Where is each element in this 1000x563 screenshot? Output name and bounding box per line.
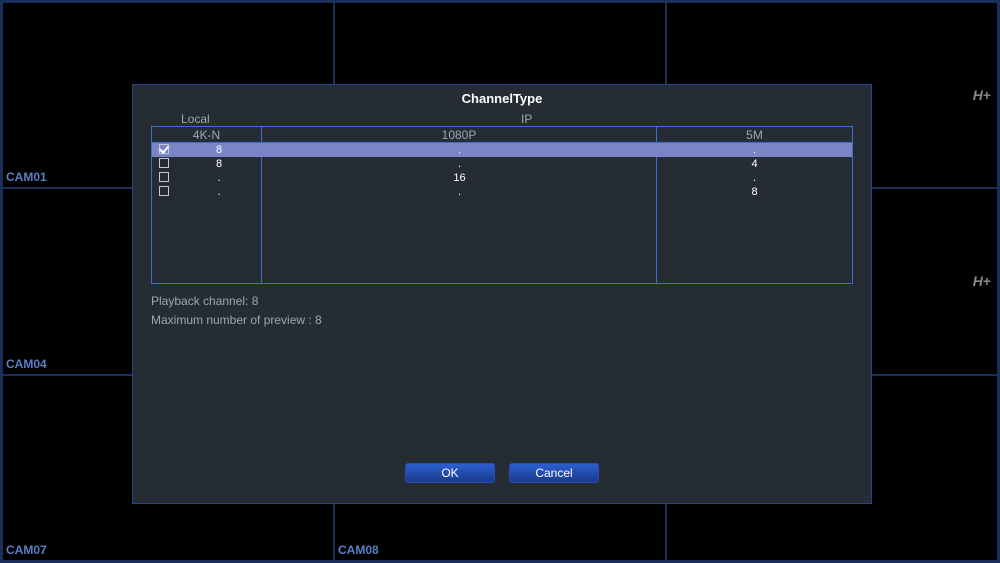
row-5m: 8 (657, 186, 852, 198)
cell-label: CAM04 (6, 357, 47, 371)
table-header-row: 4K-N 1080P 5M (152, 127, 852, 143)
table-row[interactable]: 8 . 4 (152, 157, 852, 171)
dialog-title: ChannelType (133, 85, 871, 112)
signal-icon: H+ (973, 273, 991, 289)
cell-label: CAM08 (338, 543, 379, 557)
section-ip-label: IP (521, 112, 853, 126)
row-5m: 4 (657, 158, 852, 170)
preview-info: Maximum number of preview : 8 (151, 311, 853, 330)
row-1080p: . (262, 144, 657, 156)
row-1080p: . (262, 158, 657, 170)
row-checkbox-icon[interactable] (159, 186, 169, 196)
row-5m: . (657, 144, 852, 156)
cell-label: CAM07 (6, 543, 47, 557)
col-5m: 5M (657, 127, 852, 142)
row-1080p: 16 (262, 172, 657, 184)
table-row[interactable]: . . 8 (152, 185, 852, 199)
dialog-buttons: OK Cancel (133, 463, 871, 483)
row-checkbox-icon[interactable] (159, 172, 169, 182)
channel-table: 4K-N 1080P 5M 8 . . 8 . 4 (151, 126, 853, 284)
row-checkbox-icon[interactable] (159, 158, 169, 168)
ok-button[interactable]: OK (405, 463, 495, 483)
row-1080p: . (262, 186, 657, 198)
row-5m: . (657, 172, 852, 184)
col-4kn: 4K-N (152, 127, 262, 142)
cancel-button[interactable]: Cancel (509, 463, 599, 483)
row-4kn: . (176, 172, 262, 184)
cell-label: CAM01 (6, 170, 47, 184)
signal-icon: H+ (973, 87, 991, 103)
section-header: Local IP (151, 112, 853, 126)
info-block: Playback channel: 8 Maximum number of pr… (151, 292, 853, 330)
table-row[interactable]: 8 . . (152, 143, 852, 157)
row-checkbox-icon[interactable] (159, 144, 169, 154)
row-4kn: 8 (176, 144, 262, 156)
col-1080p: 1080P (262, 127, 657, 142)
row-4kn: 8 (176, 158, 262, 170)
row-4kn: . (176, 186, 262, 198)
table-body: 8 . . 8 . 4 . 16 . . (152, 143, 852, 283)
table-row[interactable]: . 16 . (152, 171, 852, 185)
channel-type-dialog: ChannelType Local IP 4K-N 1080P 5M 8 . . (132, 84, 872, 504)
playback-info: Playback channel: 8 (151, 292, 853, 311)
section-local-label: Local (181, 112, 521, 126)
